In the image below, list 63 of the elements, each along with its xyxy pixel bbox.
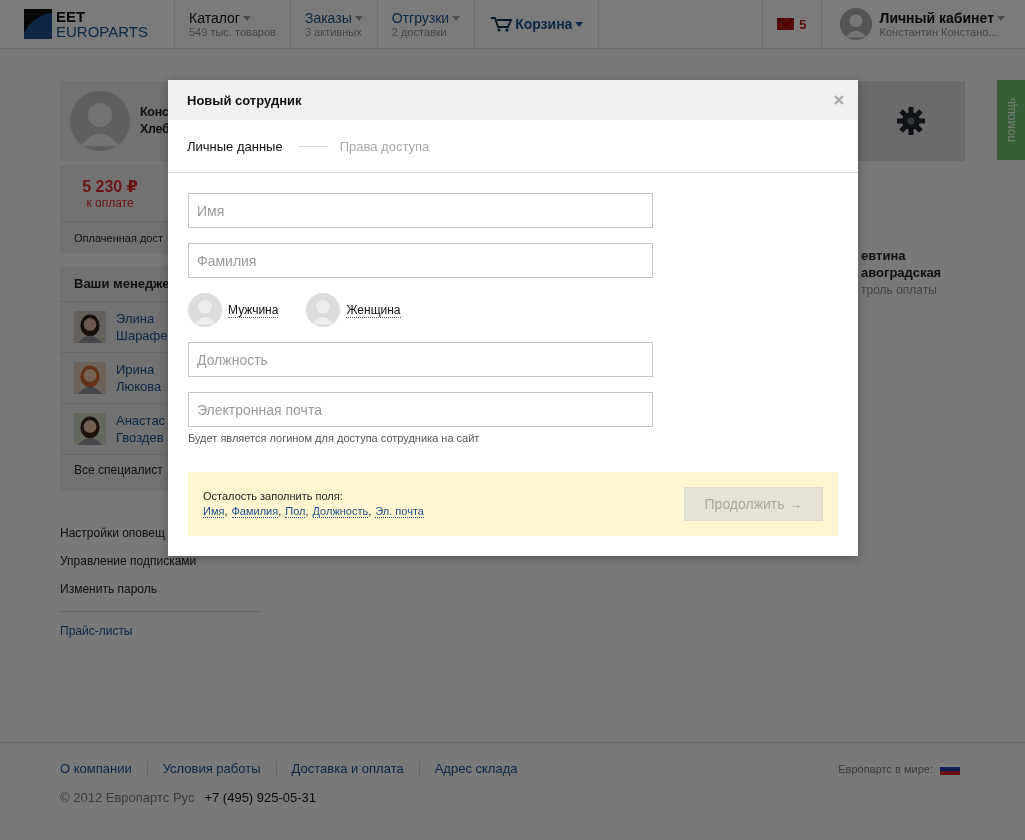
amount-label: к оплате: [86, 195, 134, 210]
avatar-icon: [74, 311, 106, 343]
missing-field-link[interactable]: Эл. почта: [375, 505, 424, 518]
manager-name[interactable]: Элина: [116, 310, 168, 327]
logo-text: EET: [56, 9, 87, 24]
caret-icon: [354, 15, 363, 21]
mail-icon: [777, 18, 795, 30]
settings-icon: [896, 106, 926, 136]
profile-name: Конс: [140, 104, 170, 121]
input-field[interactable]: Электронная почта: [188, 392, 653, 427]
avatar-icon: [74, 413, 106, 445]
footer-link[interactable]: Доставка и оплата: [275, 761, 419, 776]
copyright: © 2012 Европартс Рус: [60, 790, 195, 805]
flag-icon: [940, 762, 960, 775]
person-name: авоградская: [861, 264, 943, 281]
logo-icon: [24, 9, 52, 39]
settings-tile[interactable]: [857, 81, 965, 161]
avatar-icon: [74, 362, 106, 394]
input-field[interactable]: Фамилия: [188, 243, 653, 278]
nav-item[interactable]: Корзина: [475, 0, 600, 48]
modal-title: Новый сотрудник: [187, 92, 302, 108]
manager-name[interactable]: Анастас: [116, 412, 166, 429]
manager-name[interactable]: Шарафе: [116, 327, 168, 344]
step-tab[interactable]: Личные данные: [187, 138, 283, 154]
caret-icon: [997, 15, 1005, 21]
phone-number: +7 (495) 925-05-31: [204, 790, 317, 805]
nav-label: Отгрузки: [391, 10, 450, 26]
input-field[interactable]: Имя: [188, 193, 653, 228]
step-tab[interactable]: Права доступа: [339, 138, 430, 154]
person-name: евтина: [861, 247, 907, 264]
close-icon: [834, 95, 844, 105]
gender-option[interactable]: Женщина: [346, 302, 401, 318]
input-field[interactable]: Должность: [188, 342, 653, 377]
field-hint: Будет является логином для доступа сотрудника на сайт: [188, 432, 481, 444]
caret-icon: [242, 15, 251, 21]
manager-name[interactable]: Гвоздев: [116, 429, 166, 446]
amount-due: 5 230 ₽: [82, 176, 138, 196]
comma-separator: ,: [305, 505, 309, 518]
close-button[interactable]: [834, 95, 844, 105]
world-label: Европартс в мире:: [838, 762, 933, 775]
footer-link[interactable]: Условия работы: [146, 761, 276, 776]
mail-count: 5: [799, 16, 807, 32]
settings-link[interactable]: Изменить пароль: [60, 575, 260, 603]
manager-name[interactable]: Ирина: [116, 361, 162, 378]
manager-name[interactable]: Люкова: [116, 378, 162, 395]
nav-label: Заказы: [304, 10, 352, 26]
logo-text: EUROPARTS: [56, 24, 148, 39]
avatar-icon: [839, 8, 872, 40]
nav-label: Каталог: [189, 10, 240, 26]
gender-option[interactable]: Мужчина: [228, 302, 279, 318]
mail-button[interactable]: 5: [763, 0, 822, 48]
notice-label: Осталость заполнить поля:: [203, 490, 344, 502]
cart-icon: [490, 16, 513, 32]
footer-link[interactable]: О компании: [60, 761, 147, 776]
price-list-link[interactable]: Прайс-листы: [60, 611, 260, 645]
comma-separator: ,: [368, 505, 372, 518]
comma-separator: ,: [278, 505, 282, 518]
caret-icon: [575, 21, 584, 27]
footer-link[interactable]: Адрес склада: [418, 761, 533, 776]
account-label: Личный кабинет: [879, 10, 994, 26]
profile-name: Хлеб: [140, 121, 170, 138]
comma-separator: ,: [224, 505, 228, 518]
caret-icon: [452, 15, 461, 21]
